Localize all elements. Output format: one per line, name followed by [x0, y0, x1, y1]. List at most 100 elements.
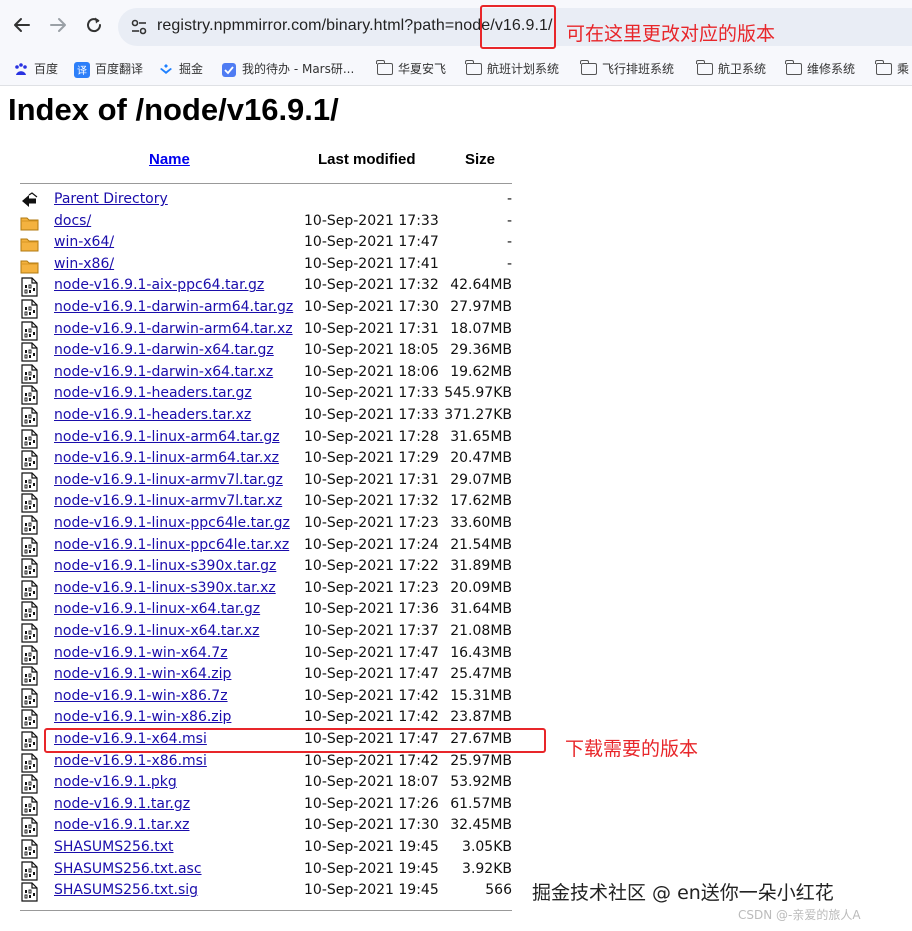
file-size: 16.43MB	[450, 644, 512, 661]
file-link[interactable]: node-v16.9.1-linux-ppc64le.tar.gz	[54, 515, 290, 531]
file-link[interactable]: SHASUMS256.txt.asc	[54, 861, 202, 877]
file-link[interactable]: node-v16.9.1-linux-x64.tar.gz	[54, 601, 260, 617]
forward-button[interactable]	[47, 14, 69, 36]
juejin-icon	[160, 63, 172, 74]
file-size: 61.57MB	[450, 795, 512, 812]
file-size: 42.64MB	[450, 277, 512, 294]
file-link[interactable]: node-v16.9.1-win-x86.zip	[54, 709, 231, 725]
csdn-watermark: CSDN @-亲爱的旅人A	[738, 908, 861, 922]
file-link[interactable]: node-v16.9.1-win-x64.7z	[54, 645, 228, 661]
file-link[interactable]: node-v16.9.1-linux-s390x.tar.xz	[54, 580, 276, 596]
file-link[interactable]: node-v16.9.1-linux-arm64.tar.xz	[54, 450, 279, 466]
file-link[interactable]: node-v16.9.1.pkg	[54, 774, 177, 790]
last-modified: 10-Sep-2021 17:22	[304, 558, 439, 575]
binary-file-icon	[20, 450, 39, 470]
file-link[interactable]: node-v16.9.1-win-x64.zip	[54, 666, 231, 682]
bookmark-todo[interactable]: 我的待办 - Mars研...	[221, 58, 354, 80]
file-link[interactable]: node-v16.9.1-darwin-x64.tar.gz	[54, 342, 274, 358]
file-link[interactable]: win-x86/	[54, 256, 114, 272]
last-modified: 10-Sep-2021 17:28	[304, 428, 439, 445]
last-modified: 10-Sep-2021 17:32	[304, 277, 439, 294]
file-link[interactable]: node-v16.9.1-linux-ppc64le.tar.xz	[54, 537, 289, 553]
download-row-highlight-box	[44, 728, 546, 753]
last-modified: 10-Sep-2021 17:23	[304, 579, 439, 596]
binary-file-icon	[20, 731, 39, 751]
file-link[interactable]: node-v16.9.1-headers.tar.gz	[54, 385, 252, 401]
last-modified: 10-Sep-2021 17:42	[304, 709, 439, 726]
file-size: -	[506, 212, 512, 229]
bookmark-folder-more[interactable]: 乘	[875, 58, 909, 80]
bookmark-folder-crew-schedule[interactable]: 飞行排班系统	[580, 58, 674, 80]
file-link[interactable]: node-v16.9.1-aix-ppc64.tar.gz	[54, 277, 264, 293]
file-link[interactable]: node-v16.9.1-linux-s390x.tar.gz	[54, 558, 276, 574]
binary-file-icon	[20, 515, 39, 535]
last-modified: 10-Sep-2021 17:30	[304, 299, 439, 315]
table-row: docs/10-Sep-2021 17:33 -	[0, 212, 520, 233]
bookmark-label: 百度	[34, 62, 59, 76]
file-link[interactable]: node-v16.9.1-x86.msi	[54, 753, 207, 769]
file-link[interactable]: node-v16.9.1-darwin-arm64.tar.xz	[54, 321, 293, 337]
folder-icon	[785, 59, 802, 75]
last-modified: 10-Sep-2021 18:07	[304, 774, 439, 791]
last-modified: 10-Sep-2021 17:33	[304, 407, 439, 423]
folder-icon	[580, 59, 597, 75]
file-link[interactable]: node-v16.9.1-darwin-x64.tar.xz	[54, 364, 273, 380]
binary-file-icon	[20, 364, 39, 384]
file-link[interactable]: node-v16.9.1-linux-x64.tar.xz	[54, 623, 260, 639]
column-header-name[interactable]: Name	[149, 151, 190, 168]
file-size: 3.92KB	[462, 860, 512, 877]
file-link[interactable]: Parent Directory	[54, 191, 168, 207]
file-link[interactable]: node-v16.9.1-linux-arm64.tar.gz	[54, 429, 280, 445]
file-link[interactable]: SHASUMS256.txt.sig	[54, 882, 198, 898]
file-link[interactable]: node-v16.9.1-linux-armv7l.tar.xz	[54, 493, 282, 509]
file-size: 15.31MB	[450, 687, 512, 704]
bookmark-folder-flight-plan[interactable]: 航班计划系统	[465, 58, 559, 80]
binary-file-icon	[20, 472, 39, 492]
folder-icon	[696, 59, 713, 75]
file-link[interactable]: win-x64/	[54, 234, 114, 250]
file-size: 29.07MB	[450, 471, 512, 488]
table-row: node-v16.9.1-linux-armv7l.tar.xz 10-Sep-2…	[0, 492, 520, 513]
bookmark-folder-maintenance[interactable]: 维修系统	[785, 58, 855, 80]
binary-file-icon	[20, 882, 39, 902]
last-modified: 10-Sep-2021 19:45	[304, 882, 439, 899]
file-link[interactable]: node-v16.9.1.tar.xz	[54, 817, 190, 833]
table-row: node-v16.9.1-win-x86.7z 10-Sep-2021 17:42…	[0, 687, 520, 708]
bookmark-folder-health[interactable]: 航卫系统	[696, 58, 766, 80]
table-row: node-v16.9.1-win-x64.zip 10-Sep-2021 17:4…	[0, 665, 520, 686]
bookmark-juejin[interactable]: 掘金	[158, 58, 203, 80]
back-arrow-icon	[20, 191, 39, 211]
file-size: 18.07MB	[450, 320, 512, 337]
file-size: 31.65MB	[450, 428, 512, 445]
file-link[interactable]: docs/	[54, 213, 91, 229]
last-modified: 10-Sep-2021 17:47	[304, 644, 439, 661]
file-size: 17.62MB	[450, 493, 512, 510]
browser-toolbar: registry.npmmirror.com/binary.html?path=…	[0, 0, 912, 52]
folder-icon	[20, 234, 39, 254]
site-info-icon[interactable]	[130, 18, 148, 36]
bookmark-baidu-translate[interactable]: 译百度翻译	[74, 58, 143, 80]
bookmark-baidu[interactable]: 百度	[13, 58, 58, 80]
last-modified: 10-Sep-2021 17:33	[304, 212, 439, 229]
binary-file-icon	[20, 839, 39, 859]
file-link[interactable]: node-v16.9.1-win-x86.7z	[54, 688, 228, 704]
file-size: -	[506, 191, 512, 207]
last-modified: 10-Sep-2021 17:31	[304, 471, 439, 488]
file-size: 25.97MB	[450, 752, 512, 769]
binary-file-icon	[20, 428, 39, 449]
back-button[interactable]	[11, 14, 33, 36]
bookmark-folder-huaxia[interactable]: 华夏安飞	[376, 58, 446, 80]
table-row: node-v16.9.1-win-x64.7z 10-Sep-2021 17:47…	[0, 644, 520, 665]
file-link[interactable]: node-v16.9.1-headers.tar.xz	[54, 407, 251, 423]
file-link[interactable]: SHASUMS256.txt	[54, 839, 174, 855]
file-size: 545.97KB	[444, 385, 512, 402]
file-link[interactable]: node-v16.9.1-darwin-arm64.tar.gz	[54, 299, 293, 315]
file-link[interactable]: node-v16.9.1-linux-armv7l.tar.gz	[54, 472, 283, 488]
binary-file-icon	[20, 536, 39, 557]
url-version-highlight-box	[480, 5, 556, 49]
table-row: node-v16.9.1-linux-ppc64le.tar.gz 10-Sep-…	[0, 514, 520, 535]
table-row: node-v16.9.1-headers.tar.gz 10-Sep-2021 1…	[0, 384, 520, 405]
binary-file-icon	[20, 299, 39, 319]
file-link[interactable]: node-v16.9.1.tar.gz	[54, 796, 190, 812]
reload-button[interactable]	[83, 14, 105, 36]
